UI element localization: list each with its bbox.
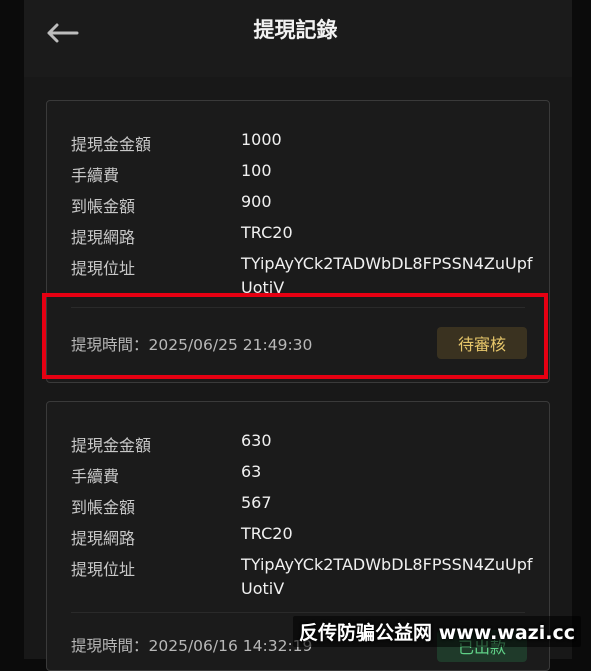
address-value: TYipAyYCk2TADWbDL8FPSSN4ZuUpfUotiV <box>241 555 533 598</box>
fee-value: 63 <box>241 462 262 481</box>
amount-label: 提現金金額 <box>71 436 152 455</box>
highlight-box <box>42 293 548 379</box>
address-label: 提現位址 <box>71 560 136 579</box>
network-label: 提現網路 <box>71 529 136 548</box>
fee-label: 手續費 <box>71 166 120 185</box>
fee-value: 100 <box>241 161 272 180</box>
network-value: TRC20 <box>241 223 293 242</box>
card-divider <box>71 612 525 613</box>
header-bar: 提現記錄 <box>24 0 572 77</box>
withdrawal-time: 提現時間：2025/06/16 14:32:19 <box>71 634 312 656</box>
network-value: TRC20 <box>241 524 293 543</box>
received-value: 567 <box>241 493 272 512</box>
page-title: 提現記錄 <box>253 18 338 42</box>
fee-label: 手續費 <box>71 467 120 486</box>
amount-label: 提現金金額 <box>71 135 152 154</box>
time-label: 提現時間： <box>71 637 149 655</box>
received-label: 到帳金額 <box>71 498 136 517</box>
watermark: 反传防骗公益网 www.wazi.cc <box>293 616 581 647</box>
amount-value: 630 <box>241 431 272 450</box>
received-value: 900 <box>241 192 272 211</box>
address-label: 提現位址 <box>71 259 136 278</box>
amount-value: 1000 <box>241 130 282 149</box>
time-value: 2025/06/16 14:32:19 <box>148 637 313 655</box>
network-label: 提現網路 <box>71 228 136 247</box>
received-label: 到帳金額 <box>71 197 136 216</box>
